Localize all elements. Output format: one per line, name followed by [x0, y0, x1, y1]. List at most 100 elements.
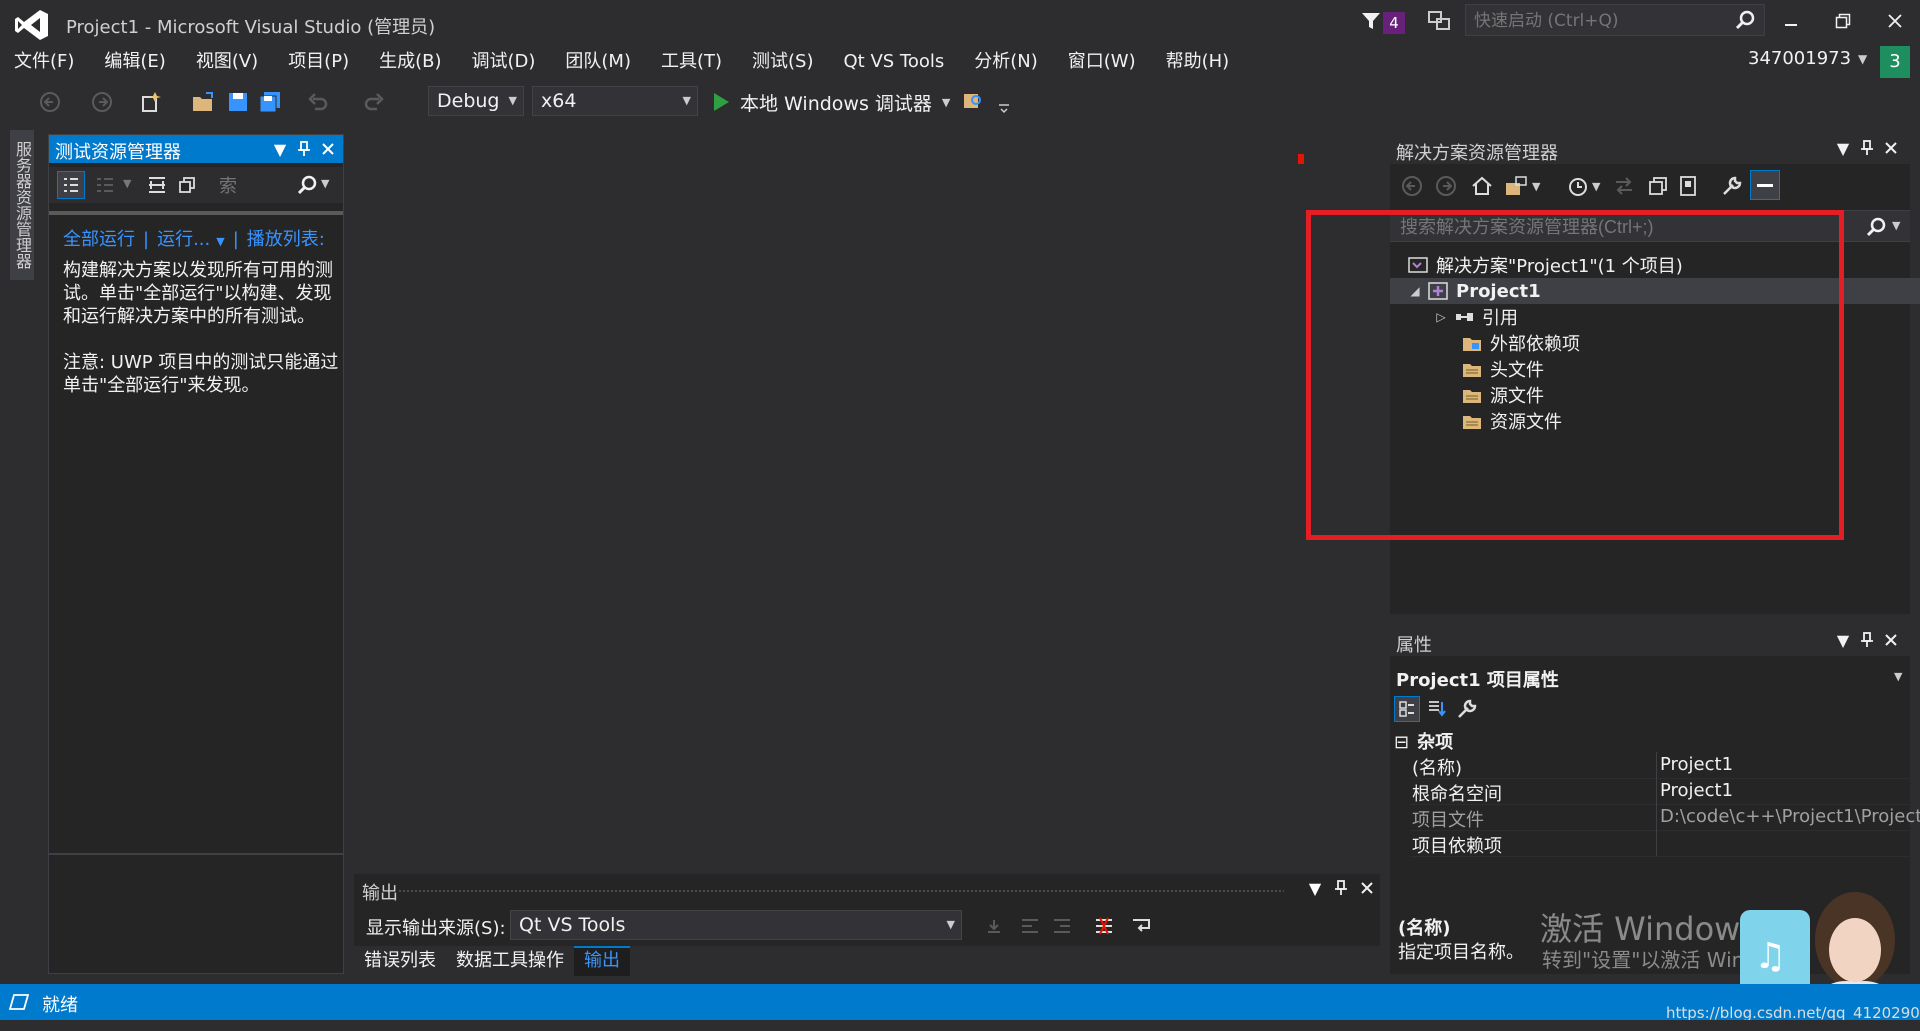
chevron-down-icon[interactable]: ▼ — [942, 96, 950, 109]
property-value[interactable]: D:\code\c++\Project1\Project1 — [1660, 806, 1920, 827]
switch-views-icon[interactable] — [1504, 174, 1528, 198]
show-all-files-icon[interactable] — [1676, 174, 1700, 198]
search-icon[interactable] — [1734, 9, 1756, 31]
editor-area[interactable] — [354, 134, 1378, 864]
property-row-root-namespace[interactable]: 根命名空间 Project1 — [1410, 778, 1910, 805]
properties-wrench-icon[interactable] — [1720, 174, 1744, 198]
toolbar-options-icon[interactable] — [992, 96, 1016, 120]
preview-selected-items-icon[interactable] — [1750, 170, 1780, 200]
tab-data-tools-operations[interactable]: 数据工具操作 — [446, 946, 574, 976]
window-position-dropdown-icon[interactable]: ▼ — [1832, 137, 1854, 159]
menu-test[interactable]: 测试(S) — [738, 46, 829, 78]
server-explorer-tab[interactable]: 服务器资源管理器 — [10, 130, 34, 280]
pin-icon[interactable] — [293, 138, 315, 160]
expanded-arrow-icon[interactable]: ◢ — [1406, 284, 1424, 298]
pin-icon[interactable] — [1856, 629, 1878, 651]
forward-icon[interactable] — [1434, 174, 1458, 198]
chevron-down-icon[interactable]: ▼ — [1532, 180, 1540, 193]
property-row-project-file[interactable]: 项目文件 D:\code\c++\Project1\Project1 — [1410, 804, 1920, 831]
header-files-node[interactable]: 头文件 — [1390, 356, 1920, 382]
save-icon[interactable] — [226, 90, 250, 114]
home-icon[interactable] — [1470, 174, 1494, 198]
notification-filter-icon[interactable] — [1360, 10, 1382, 32]
solution-configuration-dropdown[interactable]: Debug ▼ — [428, 86, 524, 116]
chevron-down-icon[interactable]: ▼ — [1894, 670, 1902, 683]
find-message-icon[interactable] — [982, 914, 1006, 938]
drag-handle[interactable] — [398, 889, 1284, 893]
tab-error-list[interactable]: 错误列表 — [354, 946, 446, 976]
redo-icon[interactable] — [362, 90, 386, 114]
save-all-icon[interactable] — [258, 90, 282, 114]
run-link[interactable]: 运行... — [157, 229, 210, 250]
search-icon[interactable] — [1864, 215, 1888, 239]
account-badge[interactable]: 3 — [1880, 46, 1910, 78]
open-file-icon[interactable] — [192, 90, 216, 114]
test-search-input[interactable] — [217, 172, 293, 200]
quick-launch-box[interactable] — [1465, 4, 1765, 36]
alphabetical-icon[interactable] — [1424, 696, 1450, 722]
new-project-icon[interactable] — [138, 90, 162, 114]
toggle-word-wrap-icon[interactable] — [1130, 914, 1154, 938]
chevron-down-icon[interactable]: ▼ — [1892, 219, 1900, 232]
close-icon[interactable] — [1880, 137, 1902, 159]
close-icon[interactable] — [1356, 877, 1378, 899]
pin-icon[interactable] — [1856, 137, 1878, 159]
hierarchy-view-icon[interactable] — [93, 173, 117, 197]
solution-search-box[interactable]: ▼ — [1390, 210, 1910, 242]
copy-icon[interactable] — [175, 173, 199, 197]
menu-view[interactable]: 视图(V) — [182, 46, 274, 78]
menu-team[interactable]: 团队(M) — [551, 46, 647, 78]
solution-search-input[interactable] — [1398, 215, 1842, 239]
run-all-link[interactable]: 全部运行 — [63, 229, 135, 250]
close-icon[interactable] — [1880, 629, 1902, 651]
property-category[interactable]: ⊟ 杂项 — [1394, 728, 1453, 754]
menu-project[interactable]: 项目(P) — [274, 46, 365, 78]
resource-files-node[interactable]: 资源文件 — [1390, 408, 1920, 434]
menu-window[interactable]: 窗口(W) — [1054, 46, 1152, 78]
collapse-all-icon[interactable] — [1646, 174, 1670, 198]
menu-edit[interactable]: 编辑(E) — [90, 46, 181, 78]
project-node[interactable]: ◢ Project1 — [1390, 278, 1920, 304]
references-node[interactable]: ▷ 引用 — [1390, 304, 1920, 330]
group-by-icon[interactable] — [57, 171, 85, 199]
account-dropdown-icon[interactable]: ▼ — [1858, 52, 1867, 66]
playlist-link[interactable]: 播放列表: — [247, 229, 325, 250]
menu-analyze[interactable]: 分析(N) — [960, 46, 1054, 78]
back-icon[interactable] — [1400, 174, 1424, 198]
undo-icon[interactable] — [306, 90, 330, 114]
solution-platform-dropdown[interactable]: x64 ▼ — [532, 86, 698, 116]
properties-object-selector[interactable]: Project1 项目属性 ▼ — [1390, 662, 1910, 692]
pin-icon[interactable] — [1330, 877, 1352, 899]
restore-button[interactable] — [1820, 4, 1866, 38]
tab-output[interactable]: 输出 — [574, 946, 630, 976]
menu-debug[interactable]: 调试(D) — [458, 46, 552, 78]
property-row-project-dependencies[interactable]: 项目依赖项 — [1410, 830, 1910, 857]
menu-file[interactable]: 文件(F) — [0, 46, 90, 78]
minimize-button[interactable] — [1768, 4, 1814, 38]
solution-node[interactable]: 解决方案"Project1"(1 个项目) — [1390, 252, 1920, 278]
quick-launch-input[interactable] — [1472, 9, 1726, 33]
menu-tools[interactable]: 工具(T) — [647, 46, 738, 78]
property-value[interactable]: Project1 — [1660, 780, 1733, 801]
window-position-dropdown-icon[interactable]: ▼ — [1832, 629, 1854, 651]
close-icon[interactable] — [317, 138, 339, 160]
menu-help[interactable]: 帮助(H) — [1152, 46, 1246, 78]
account-name[interactable]: 347001973 — [1748, 48, 1851, 69]
close-window-button[interactable] — [1872, 4, 1918, 38]
expand-all-icon[interactable] — [145, 173, 169, 197]
collapsed-arrow-icon[interactable]: ▷ — [1432, 310, 1450, 324]
window-position-dropdown-icon[interactable]: ▼ — [269, 138, 291, 160]
navigate-back-icon[interactable] — [38, 90, 62, 114]
output-source-dropdown[interactable]: Qt VS Tools ▼ — [510, 910, 962, 940]
menu-qt-vs-tools[interactable]: Qt VS Tools — [830, 46, 961, 78]
collapse-category-icon[interactable]: ⊟ — [1394, 732, 1409, 753]
menu-build[interactable]: 生成(B) — [365, 46, 457, 78]
pending-changes-filter-icon[interactable] — [1566, 174, 1590, 198]
search-icon[interactable] — [295, 173, 319, 197]
feedback-icon[interactable] — [1426, 8, 1452, 34]
property-value[interactable]: Project1 — [1660, 754, 1733, 775]
notification-count-badge[interactable]: 4 — [1383, 12, 1405, 34]
clear-all-icon[interactable] — [1092, 914, 1116, 938]
source-files-node[interactable]: 源文件 — [1390, 382, 1920, 408]
sync-with-document-icon[interactable] — [1612, 174, 1636, 198]
